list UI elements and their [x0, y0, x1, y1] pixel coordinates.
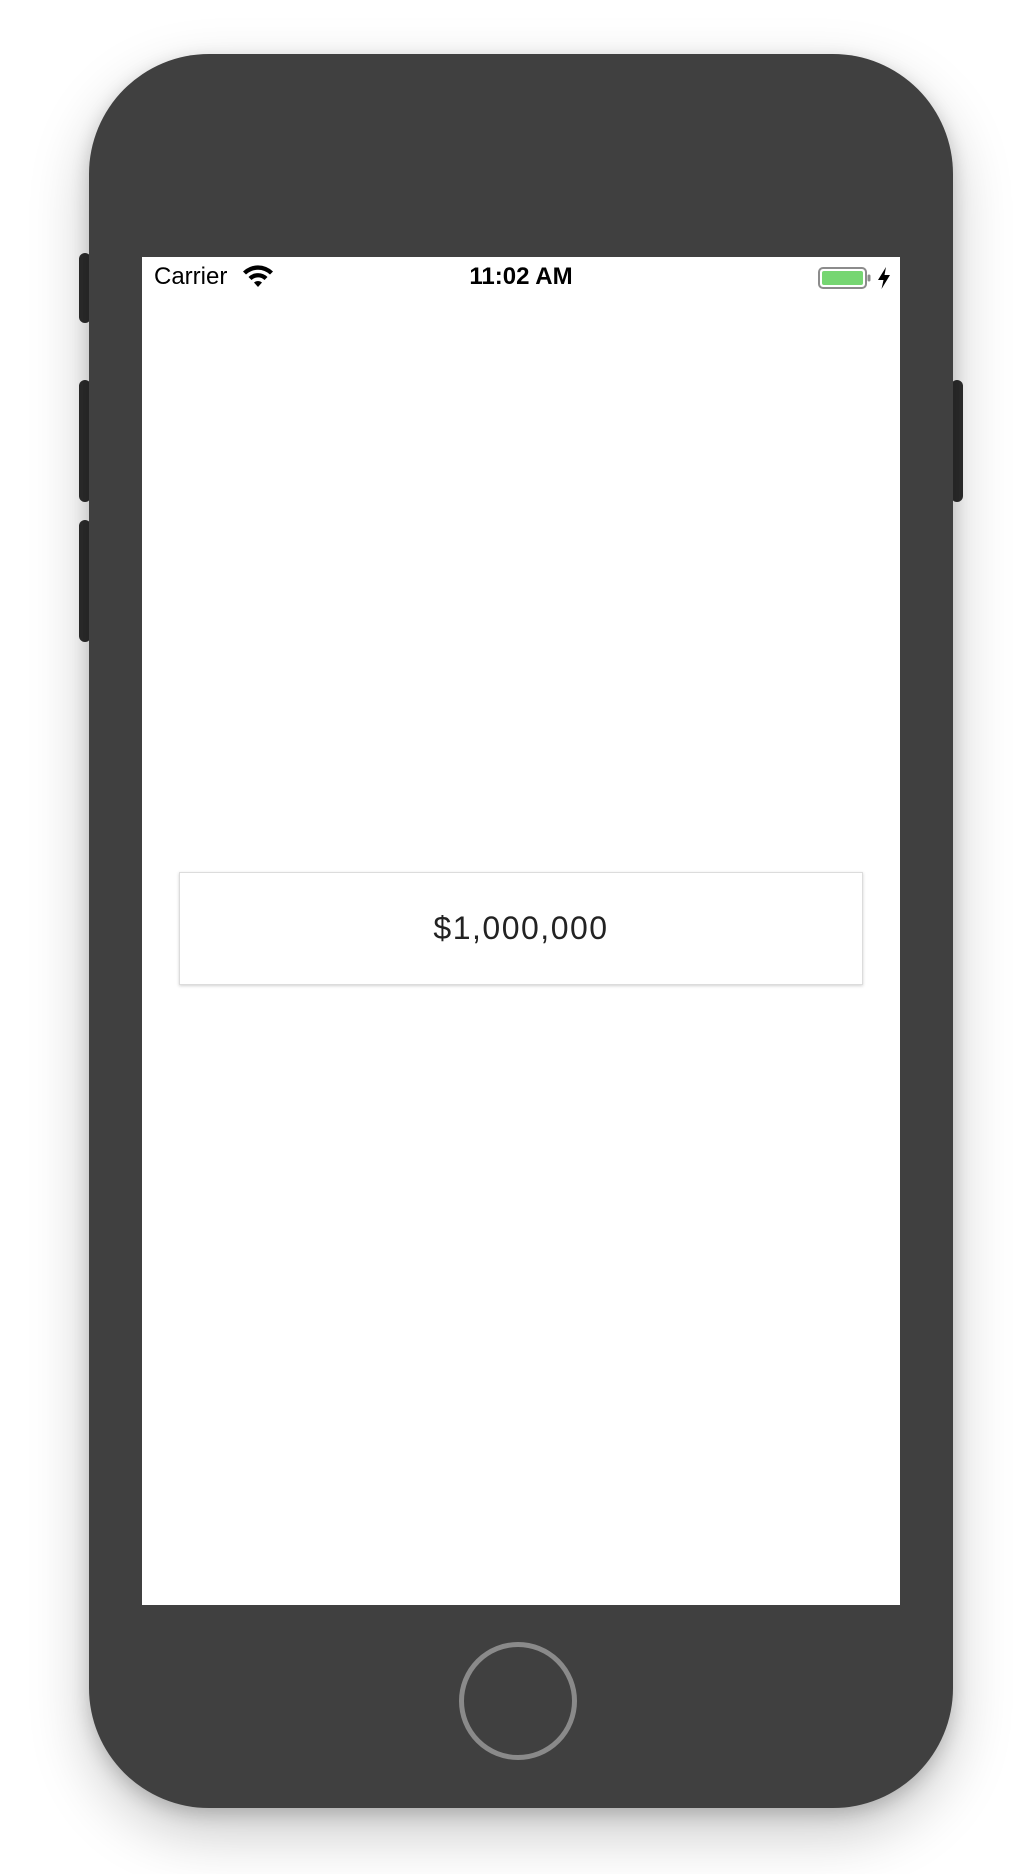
battery-icon	[818, 267, 871, 289]
device-screen: Carrier 11:02 AM $1,000,000	[142, 257, 900, 1605]
simulator-window: Carrier 11:02 AM $1,000,000	[0, 0, 1030, 1874]
status-bar: Carrier 11:02 AM	[142, 257, 900, 297]
clock: 11:02 AM	[469, 263, 573, 290]
amount-display[interactable]: $1,000,000	[179, 872, 863, 985]
charging-bolt-icon	[878, 267, 890, 289]
home-button[interactable]	[459, 1642, 577, 1760]
amount-value: $1,000,000	[433, 910, 609, 946]
